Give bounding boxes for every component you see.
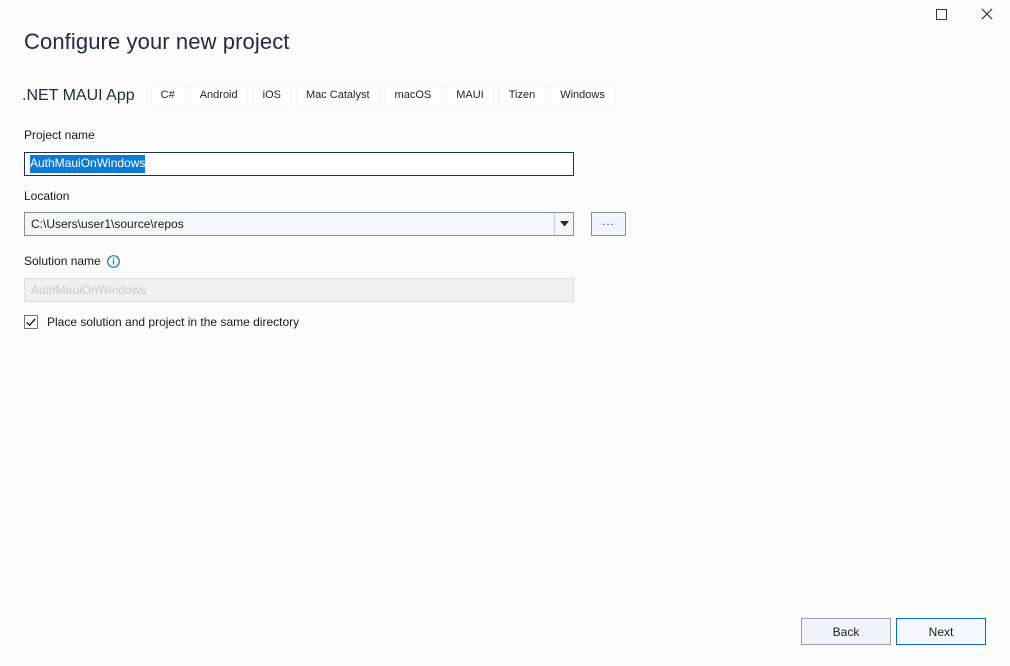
template-tag-macos: macOS (385, 85, 442, 107)
template-tag-android: Android (190, 85, 248, 107)
close-icon (981, 8, 993, 20)
chevron-down-icon[interactable] (554, 213, 573, 235)
project-name-value: AuthMauiOnWindows (30, 155, 145, 173)
template-tag-ios: iOS (253, 85, 291, 107)
same-directory-label: Place solution and project in the same d… (47, 315, 299, 329)
location-combobox[interactable]: C:\Users\user1\source\repos (24, 212, 574, 236)
solution-name-label-text: Solution name (24, 254, 101, 268)
next-button[interactable]: Next (896, 618, 986, 645)
project-name-label: Project name (24, 128, 95, 142)
maximize-button[interactable] (918, 0, 964, 28)
back-button[interactable]: Back (801, 618, 891, 645)
same-directory-checkbox-row[interactable]: Place solution and project in the same d… (24, 315, 299, 329)
configure-project-dialog: Configure your new project .NET MAUI App… (0, 0, 1010, 666)
location-value: C:\Users\user1\source\repos (25, 217, 554, 231)
template-tag-maui: MAUI (446, 85, 494, 107)
solution-name-input: AuthMauiOnWindows (24, 278, 574, 302)
template-tag-csharp: C# (151, 85, 185, 107)
template-tag-windows: Windows (550, 85, 615, 107)
project-name-input[interactable]: AuthMauiOnWindows (24, 152, 574, 176)
template-summary: .NET MAUI App C# Android iOS Mac Catalys… (22, 84, 620, 108)
page-title: Configure your new project (24, 29, 290, 55)
window-titlebar (0, 0, 1010, 28)
location-label: Location (24, 189, 69, 203)
solution-name-label: Solution name (24, 254, 120, 268)
info-icon[interactable] (107, 255, 120, 268)
browse-location-button[interactable]: ... (591, 212, 626, 236)
same-directory-checkbox[interactable] (24, 315, 38, 329)
template-tag-mac-catalyst: Mac Catalyst (296, 85, 380, 107)
solution-name-value: AuthMauiOnWindows (31, 283, 146, 297)
close-button[interactable] (964, 0, 1010, 28)
checkmark-icon (26, 318, 36, 327)
maximize-icon (936, 9, 947, 20)
template-name: .NET MAUI App (22, 87, 135, 105)
template-tag-tizen: Tizen (499, 85, 546, 107)
